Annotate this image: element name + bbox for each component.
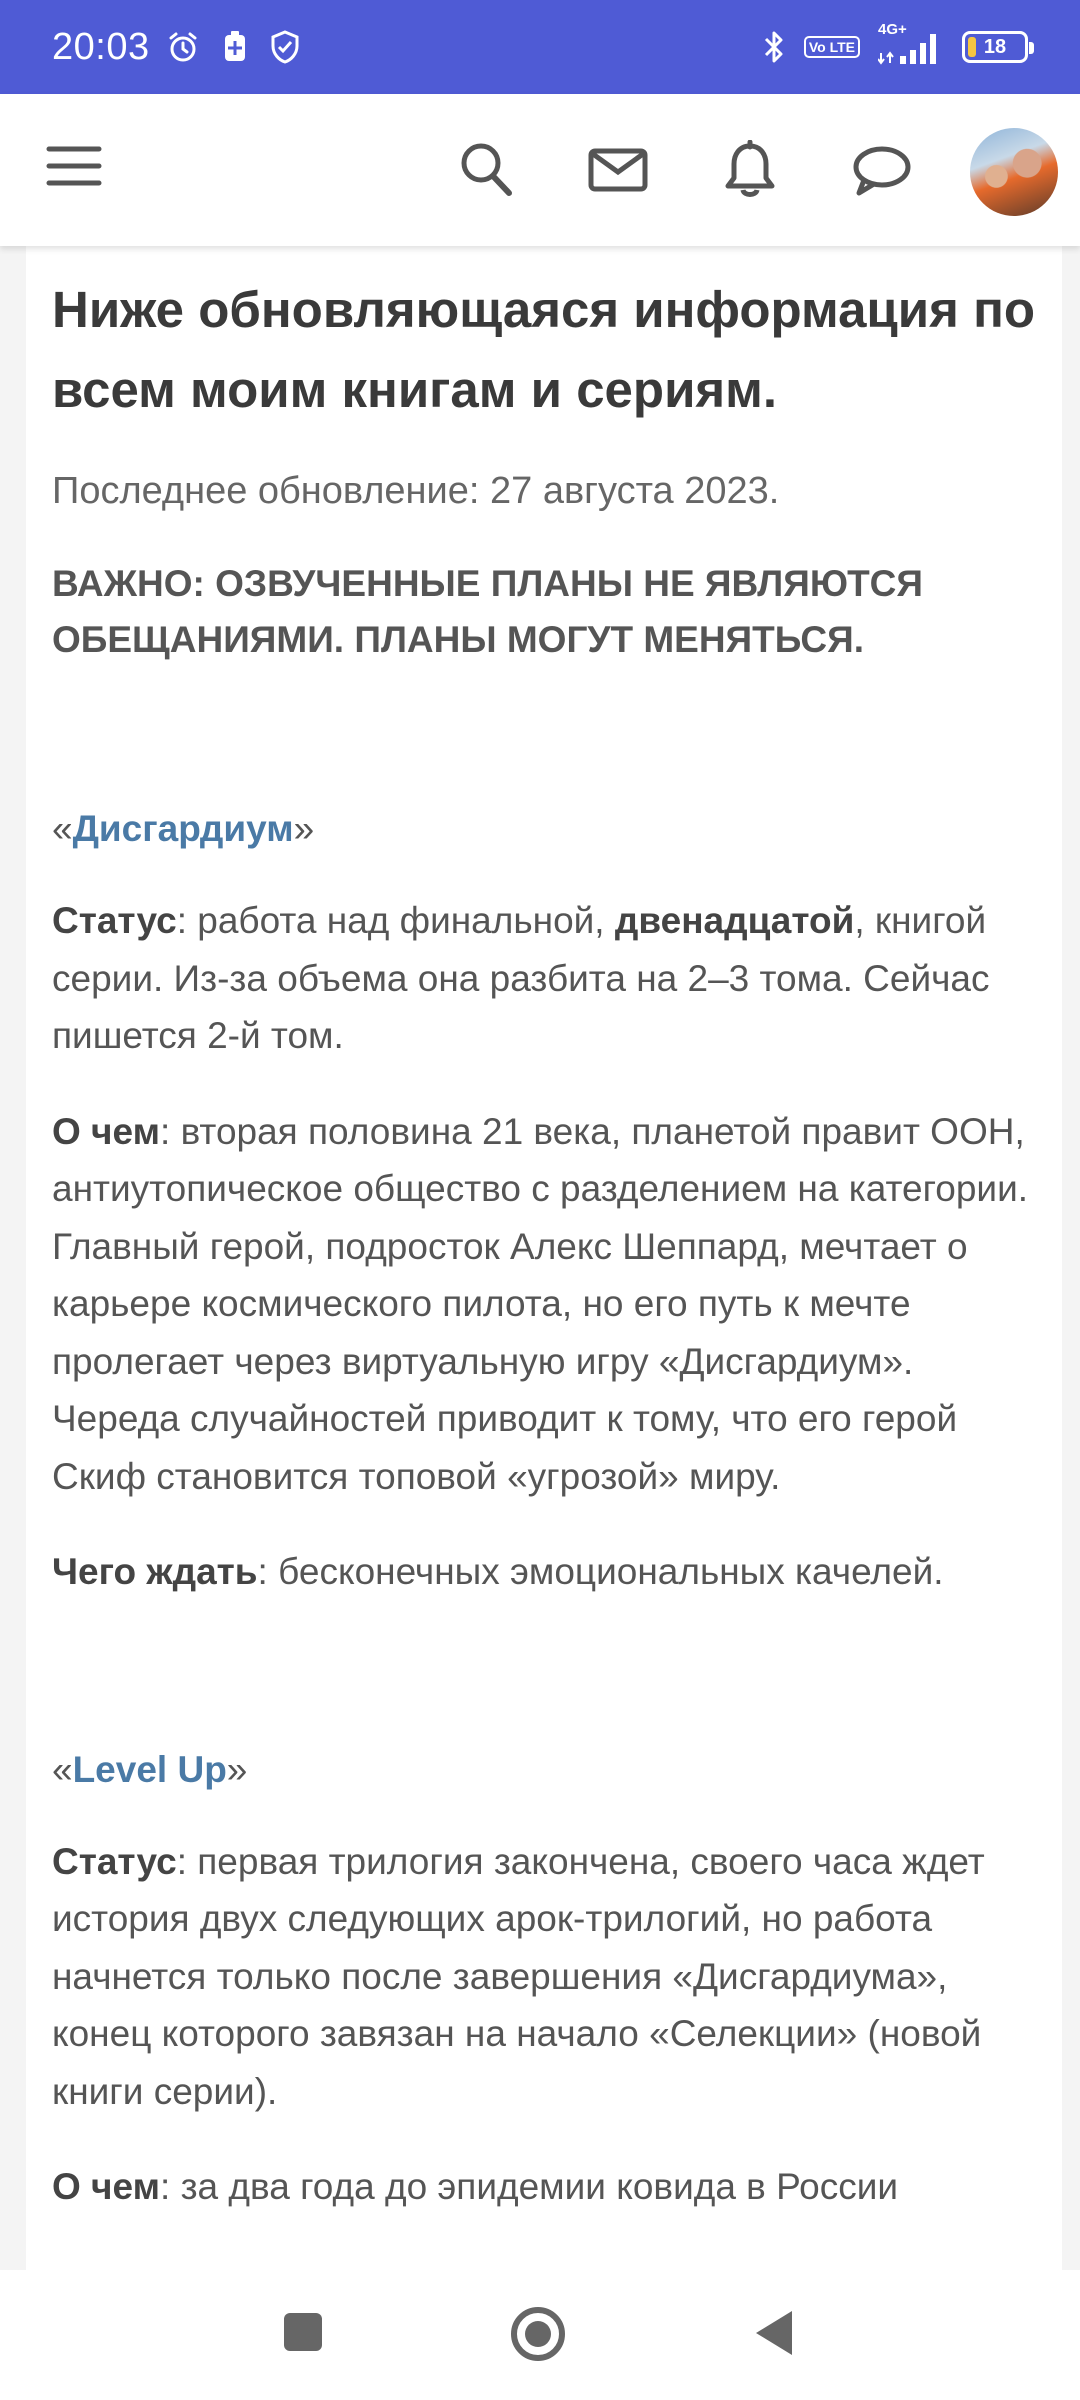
article-card: Ниже обновляющаяся информация по всем мо…: [26, 246, 1062, 2270]
alarm-icon: [166, 30, 200, 64]
section-title-level-up: «Level Up»: [52, 1748, 248, 1790]
shield-icon: [270, 30, 300, 64]
chat-icon[interactable]: [852, 140, 912, 205]
about-label: О чем: [52, 2166, 161, 2207]
volte-icon: Vo LTE: [803, 36, 860, 58]
user-avatar[interactable]: [970, 128, 1058, 216]
disgardium-status: Статус: работа над финальной, двенадцато…: [52, 900, 990, 1056]
bluetooth-icon: [762, 28, 786, 66]
disgardium-about: О чем: вторая половина 21 века, планетой…: [52, 1110, 1029, 1497]
about-label: О чем: [52, 1110, 161, 1152]
signal-icon: 4G+: [878, 22, 944, 66]
section-title-disgardium: «Дисгардиум»: [52, 808, 315, 849]
mail-icon[interactable]: [588, 140, 648, 205]
important-notice: ВАЖНО: ОЗВУЧЕННЫЕ ПЛАНЫ НЕ ЯВЛЯЮТСЯ ОБЕЩ…: [52, 563, 923, 660]
battery-saver-icon: [222, 30, 248, 64]
battery-level: 18: [983, 35, 1007, 58]
level-up-about: О чем: за два года до эпидемии ковида в …: [52, 2166, 899, 2207]
disgardium-expect: Чего ждать: бесконечных эмоциональных ка…: [52, 1551, 944, 1592]
recent-apps-button[interactable]: [282, 2310, 326, 2359]
bell-icon[interactable]: [724, 139, 776, 205]
disgardium-link[interactable]: Дисгардиум: [73, 808, 294, 849]
last-updated-text: Последнее обновление: 27 августа 2023.: [52, 470, 780, 512]
expect-label: Чего ждать: [52, 1551, 258, 1592]
network-type-label: 4G+: [878, 21, 907, 38]
status-label: Статус: [52, 900, 177, 941]
app-bar: [0, 94, 1080, 246]
page-title: Ниже обновляющаяся информация по всем мо…: [52, 281, 1036, 418]
back-button[interactable]: [752, 2308, 796, 2363]
battery-fill: [968, 37, 976, 57]
status-time: 20:03: [52, 25, 150, 68]
level-up-status: Статус: первая трилогия закончена, своег…: [52, 1840, 985, 2112]
status-bar: 20:03 Vo LTE 4G+ 18: [0, 0, 1080, 94]
search-icon[interactable]: [458, 140, 514, 205]
home-button[interactable]: [510, 2306, 566, 2367]
navigation-bar: [0, 2270, 1080, 2400]
menu-icon[interactable]: [46, 144, 102, 193]
status-label: Статус: [52, 1840, 177, 1882]
level-up-link[interactable]: Level Up: [73, 1749, 227, 1790]
battery-icon: 18: [962, 31, 1034, 63]
